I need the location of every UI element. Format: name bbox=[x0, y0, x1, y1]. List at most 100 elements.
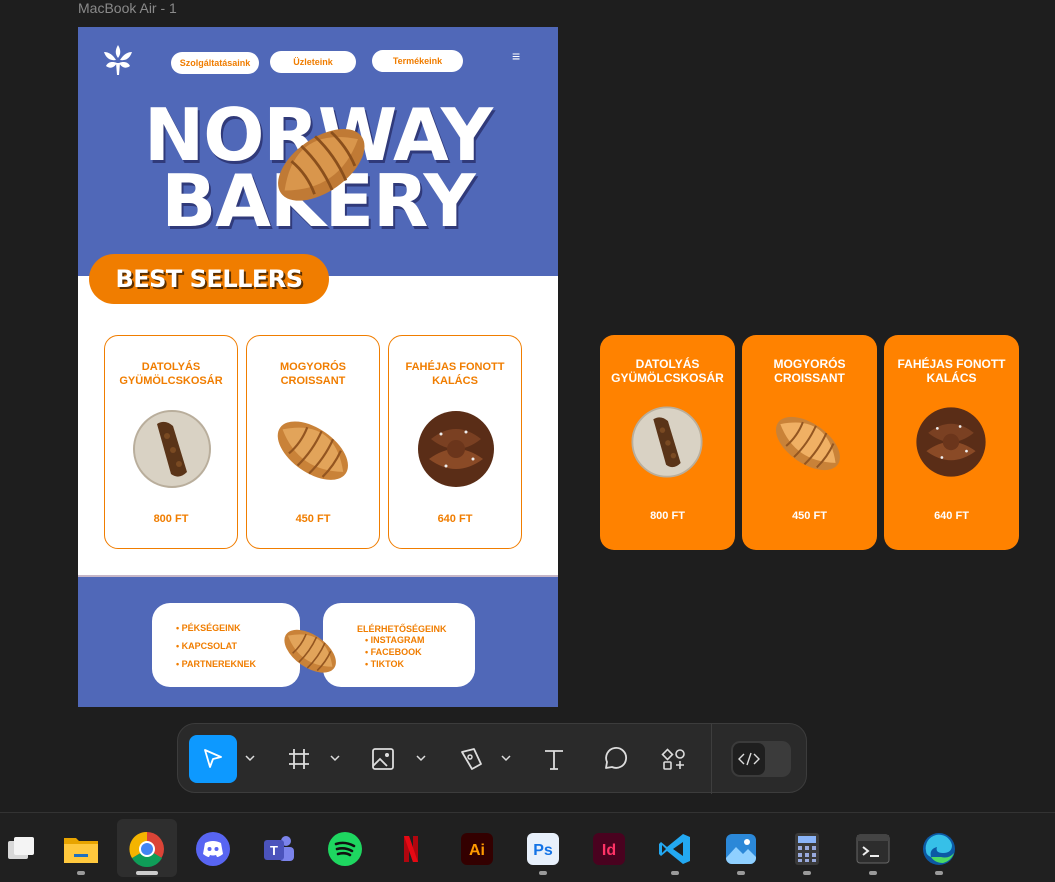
best-sellers-banner: BEST SELLERS bbox=[89, 254, 329, 304]
teams-button[interactable]: T bbox=[259, 829, 299, 869]
product-price: 800 FT bbox=[650, 510, 685, 522]
chevron-down-icon bbox=[416, 755, 426, 762]
product-price: 640 FT bbox=[934, 510, 969, 522]
running-indicator bbox=[869, 871, 877, 875]
croissant-image bbox=[284, 629, 336, 673]
running-indicator bbox=[935, 871, 943, 875]
product-card[interactable]: MOGYORÓS CROISSANT 450 FT bbox=[246, 335, 380, 549]
netflix-icon bbox=[404, 836, 418, 862]
footer-link-partners[interactable]: PARTNEREKNEK bbox=[176, 655, 256, 673]
footer-link-bakeries[interactable]: PÉKSÉGEINK bbox=[176, 619, 256, 637]
running-indicator bbox=[737, 871, 745, 875]
dev-mode-toggle[interactable] bbox=[731, 741, 791, 777]
photoshop-button[interactable]: Ps bbox=[523, 829, 563, 869]
chevron-down-icon bbox=[330, 755, 340, 762]
bakery-logo-icon bbox=[104, 45, 132, 75]
terminal-button[interactable] bbox=[853, 829, 893, 869]
image-tool[interactable] bbox=[359, 735, 407, 783]
discord-button[interactable] bbox=[193, 829, 233, 869]
design-frame[interactable]: Szolgáltatásaink Üzleteink Termékeink ≡ … bbox=[78, 27, 558, 707]
croissant-image bbox=[277, 421, 348, 480]
edge-button[interactable] bbox=[919, 829, 959, 869]
indesign-icon: Id bbox=[593, 833, 625, 865]
netflix-button[interactable] bbox=[391, 829, 431, 869]
nav-services[interactable]: Szolgáltatásaink bbox=[171, 52, 259, 74]
hero-section: Szolgáltatásaink Üzleteink Termékeink ≡ … bbox=[78, 27, 558, 276]
components-tool[interactable] bbox=[650, 735, 698, 783]
product-card[interactable]: DATOLYÁS GYÜMÖLCSKOSÁR 800 FT bbox=[104, 335, 238, 549]
frame-tool-dropdown[interactable] bbox=[329, 748, 341, 768]
footer: PÉKSÉGEINK KAPCSOLAT PARTNEREKNEK ELÉRHE… bbox=[78, 575, 558, 707]
indesign-button[interactable]: Id bbox=[589, 829, 629, 869]
fruit-basket-image bbox=[133, 410, 211, 488]
illustrator-label: Ai bbox=[469, 842, 485, 859]
frame-label[interactable]: MacBook Air - 1 bbox=[78, 0, 177, 16]
spotify-button[interactable] bbox=[325, 829, 365, 869]
running-indicator bbox=[671, 871, 679, 875]
footer-social-title: ELÉRHETŐSÉGEINK bbox=[357, 624, 447, 634]
edge-icon bbox=[923, 833, 955, 865]
frame-tool[interactable] bbox=[275, 735, 323, 783]
teams-label: T bbox=[270, 843, 278, 858]
pen-icon bbox=[461, 748, 482, 770]
product-card[interactable]: FAHÉJAS FONOTT KALÁCS 640 FT bbox=[388, 335, 522, 549]
frame-hash-icon bbox=[289, 749, 309, 769]
comment-bubble-icon bbox=[605, 746, 628, 769]
illustrator-button[interactable]: Ai bbox=[457, 829, 497, 869]
product-name: DATOLYÁS GYÜMÖLCSKOSÁR bbox=[119, 361, 223, 387]
file-explorer-button[interactable] bbox=[61, 829, 101, 869]
croissant-image bbox=[278, 129, 365, 201]
product-name: MOGYORÓS CROISSANT bbox=[279, 361, 346, 387]
photoshop-label: Ps bbox=[533, 842, 553, 859]
running-indicator bbox=[539, 871, 547, 875]
nav-products[interactable]: Termékeink bbox=[372, 50, 463, 72]
chevron-down-icon bbox=[501, 755, 511, 762]
product-component-card[interactable]: FAHÉJAS FONOTT KALÁCS 640 FT bbox=[884, 335, 1019, 550]
taskbar: T Ai Ps Id bbox=[0, 812, 1055, 882]
text-tool[interactable] bbox=[530, 735, 578, 783]
photoshop-icon: Ps bbox=[527, 833, 559, 865]
terminal-icon bbox=[856, 834, 890, 864]
product-price: 640 FT bbox=[437, 513, 473, 525]
nav-shops[interactable]: Üzleteink bbox=[270, 51, 356, 73]
fruit-basket-image bbox=[631, 406, 703, 478]
vscode-button[interactable] bbox=[655, 829, 695, 869]
product-price: 450 FT bbox=[792, 510, 827, 522]
pen-tool[interactable] bbox=[447, 735, 495, 783]
spotify-icon bbox=[328, 832, 362, 866]
image-icon bbox=[372, 748, 394, 770]
running-indicator bbox=[77, 871, 85, 875]
comment-tool[interactable] bbox=[591, 735, 639, 783]
footer-link-contact[interactable]: KAPCSOLAT bbox=[176, 637, 256, 655]
hamburger-menu-icon[interactable]: ≡ bbox=[512, 49, 520, 63]
photos-icon bbox=[726, 834, 756, 864]
image-tool-dropdown[interactable] bbox=[415, 748, 427, 768]
teams-icon: T bbox=[264, 836, 294, 861]
calculator-icon bbox=[795, 833, 819, 865]
product-component-card[interactable]: MOGYORÓS CROISSANT 450 FT bbox=[742, 335, 877, 550]
shapes-plus-icon bbox=[661, 748, 685, 770]
footer-link-tiktok[interactable]: TIKTOK bbox=[365, 658, 425, 670]
footer-links: PÉKSÉGEINK KAPCSOLAT PARTNEREKNEK bbox=[176, 619, 256, 673]
calculator-button[interactable] bbox=[787, 829, 827, 869]
product-name: MOGYORÓS CROISSANT bbox=[773, 357, 846, 385]
product-price: 800 FT bbox=[153, 513, 189, 525]
product-component-card[interactable]: DATOLYÁS GYÜMÖLCSKOSÁR 800 FT bbox=[600, 335, 735, 550]
footer-link-facebook[interactable]: FACEBOOK bbox=[365, 646, 425, 658]
indesign-label: Id bbox=[602, 842, 616, 859]
task-view-button[interactable] bbox=[0, 829, 40, 869]
footer-social-links: INSTAGRAM FACEBOOK TIKTOK bbox=[365, 634, 425, 670]
running-indicator bbox=[803, 871, 811, 875]
product-name: FAHÉJAS FONOTT KALÁCS bbox=[897, 357, 1006, 385]
task-view-icon bbox=[8, 837, 34, 859]
move-tool[interactable] bbox=[189, 735, 237, 783]
vscode-icon bbox=[659, 834, 690, 864]
photos-button[interactable] bbox=[721, 829, 761, 869]
discord-icon bbox=[196, 832, 230, 866]
pen-tool-dropdown[interactable] bbox=[500, 748, 512, 768]
design-toolbar bbox=[177, 723, 807, 794]
footer-link-instagram[interactable]: INSTAGRAM bbox=[365, 634, 425, 646]
move-tool-dropdown[interactable] bbox=[244, 748, 256, 768]
footer-social-box: ELÉRHETŐSÉGEINK INSTAGRAM FACEBOOK TIKTO… bbox=[323, 603, 475, 687]
chrome-button[interactable] bbox=[127, 829, 167, 869]
